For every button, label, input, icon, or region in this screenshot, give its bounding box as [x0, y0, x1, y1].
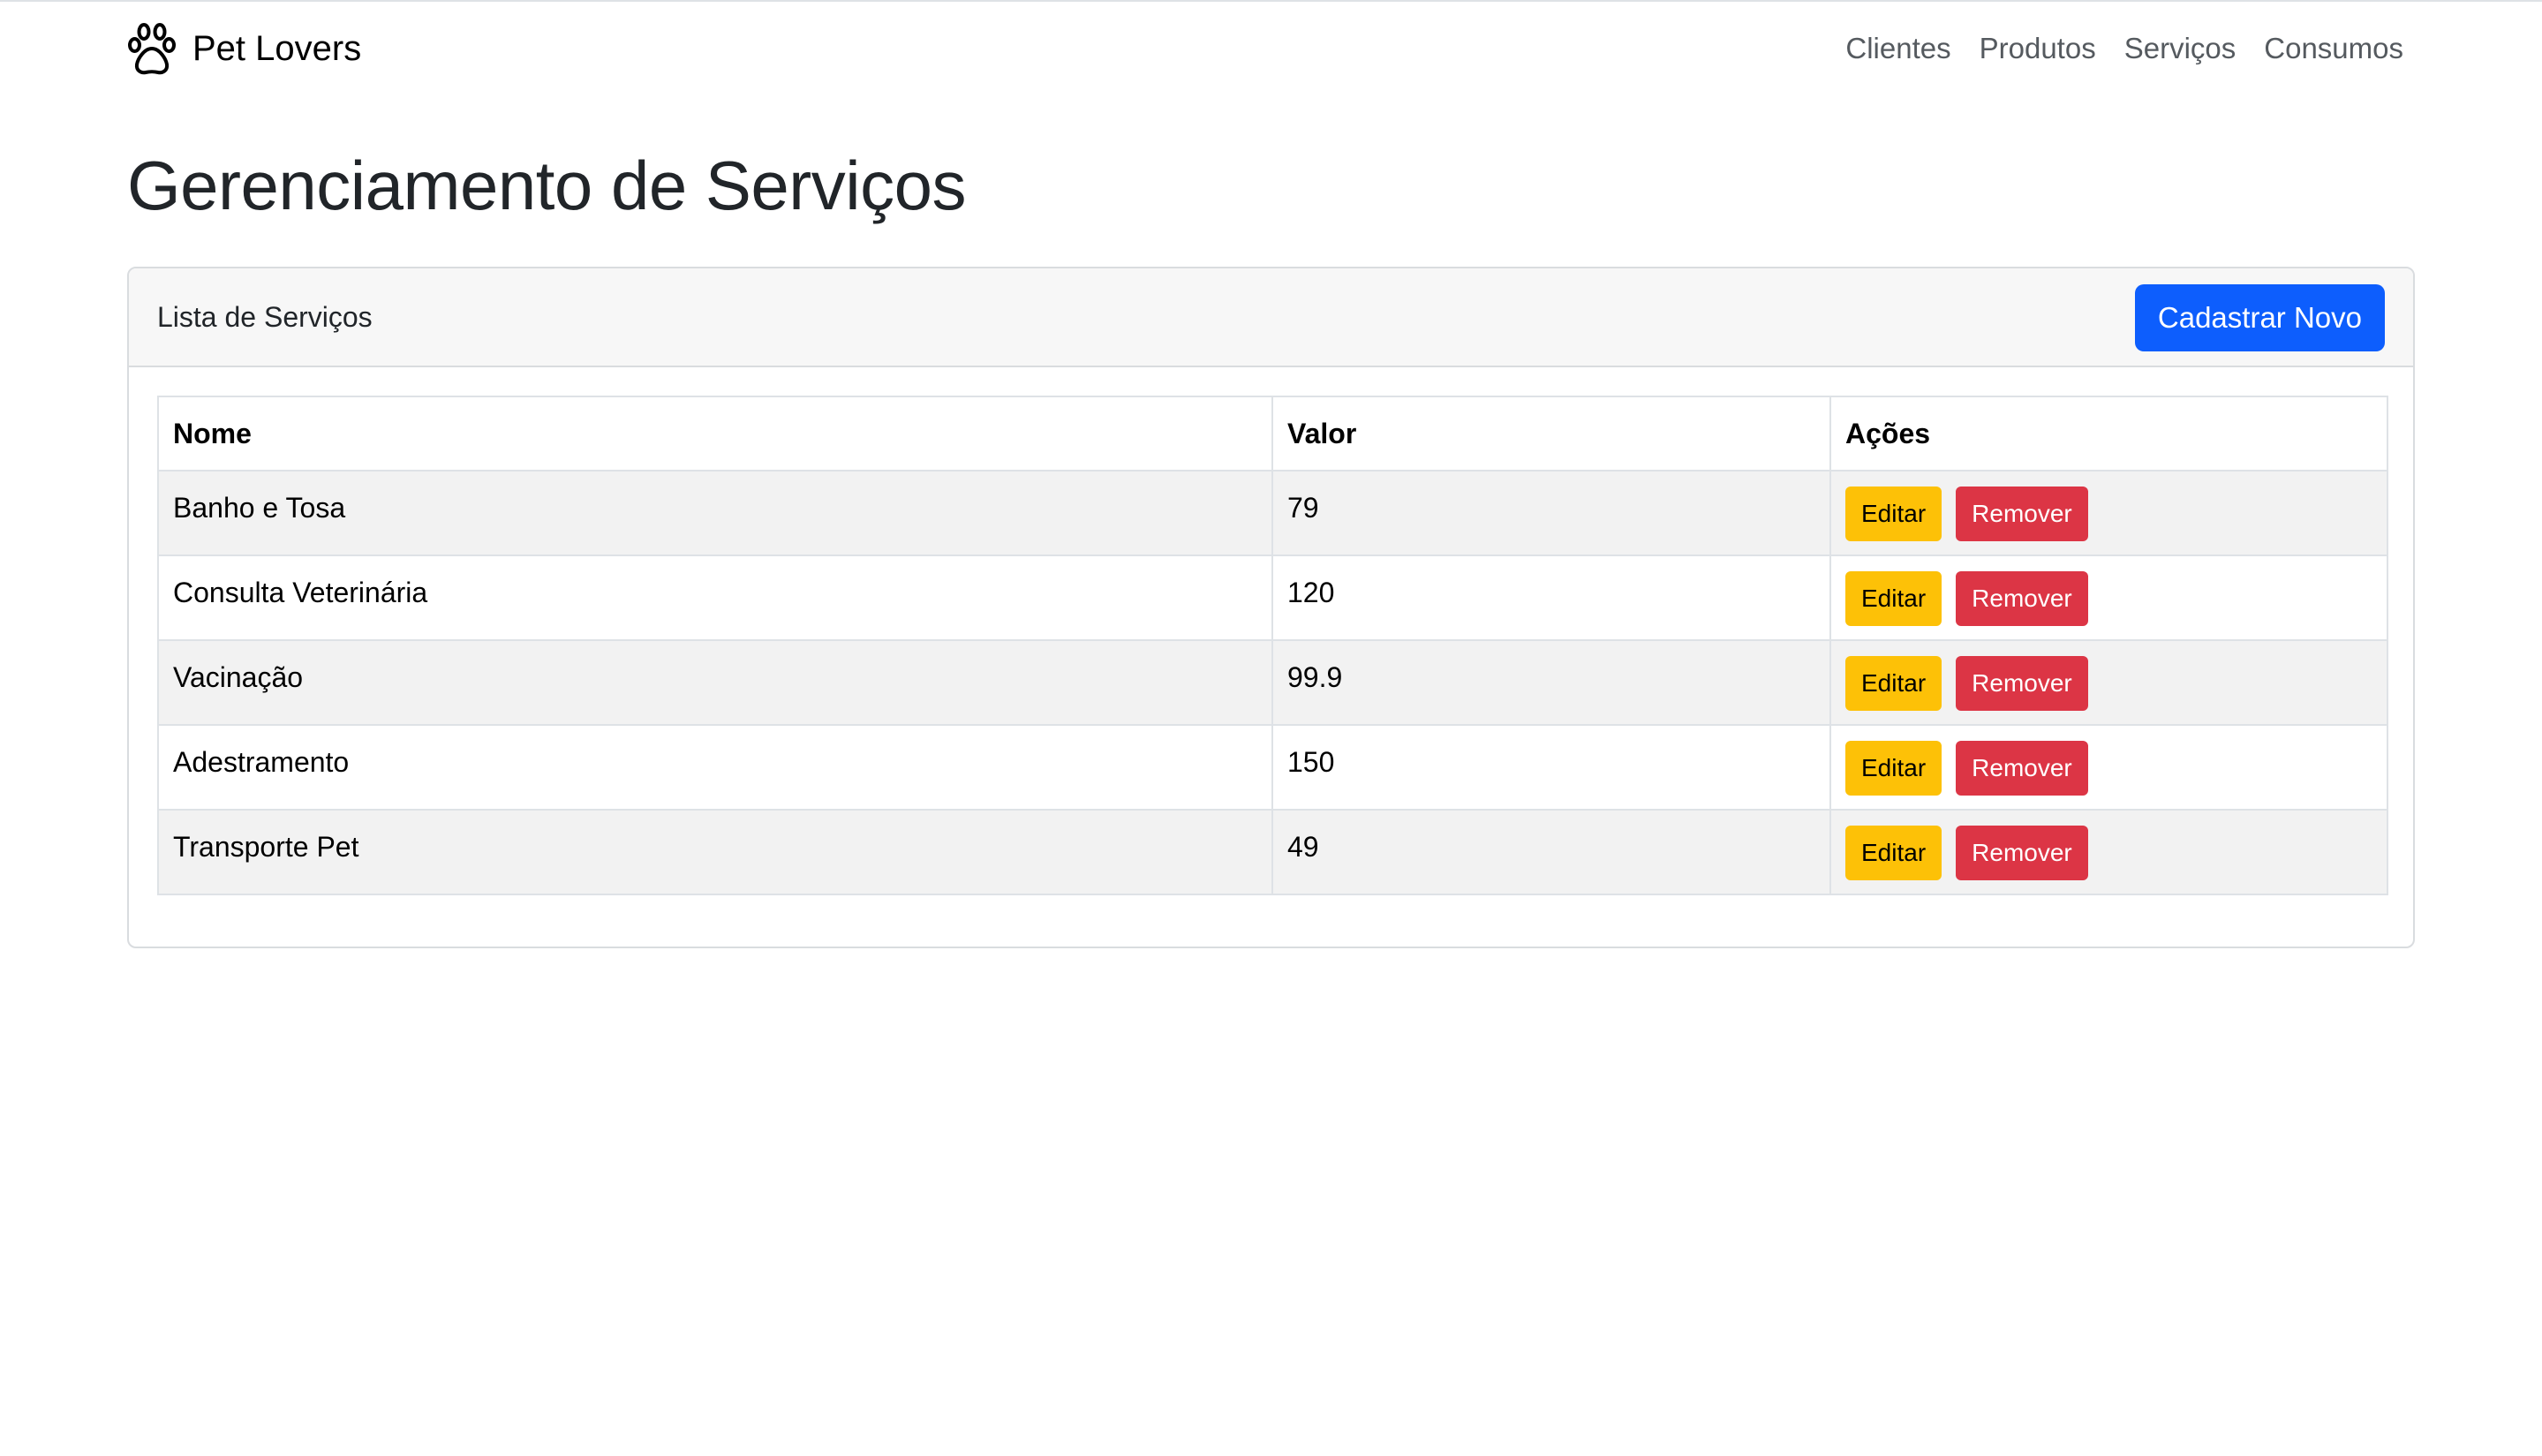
actions-cell: Editar Remover: [1829, 554, 2388, 641]
remove-button[interactable]: Remover: [1956, 826, 2088, 880]
brand-name: Pet Lovers: [192, 29, 362, 68]
actions-cell: Editar Remover: [1829, 809, 2388, 895]
page-title: Gerenciamento de Serviços: [127, 147, 966, 224]
remove-button[interactable]: Remover: [1956, 571, 2088, 626]
edit-button[interactable]: Editar: [1845, 656, 1942, 711]
paw-icon: [128, 23, 176, 75]
service-value-cell: 120: [1271, 554, 1831, 641]
edit-button[interactable]: Editar: [1845, 826, 1942, 880]
card-header: Lista de Serviços Cadastrar Novo: [129, 268, 2413, 367]
row-actions: Editar Remover: [1845, 741, 2372, 796]
services-table: Nome Valor Ações Banho e Tosa 79 Editar …: [157, 396, 2388, 895]
edit-button[interactable]: Editar: [1845, 741, 1942, 796]
actions-cell: Editar Remover: [1829, 724, 2388, 811]
nav-item-servicos[interactable]: Serviços: [2124, 28, 2237, 69]
row-actions: Editar Remover: [1845, 656, 2372, 711]
service-name-cell: Consulta Veterinária: [157, 554, 1273, 641]
card-title: Lista de Serviços: [157, 301, 373, 333]
service-name-cell: Banho e Tosa: [157, 470, 1273, 556]
row-actions: Editar Remover: [1845, 487, 2372, 541]
nav-links: Clientes Produtos Serviços Consumos: [1845, 28, 2403, 69]
services-card: Lista de Serviços Cadastrar Novo Nome Va…: [127, 267, 2415, 948]
service-value-cell: 99.9: [1271, 639, 1831, 726]
column-header-nome: Nome: [157, 396, 1273, 472]
navbar: Pet Lovers Clientes Produtos Serviços Co…: [0, 0, 2542, 97]
table-row: Banho e Tosa 79 Editar Remover: [157, 470, 2388, 556]
remove-button[interactable]: Remover: [1956, 656, 2088, 711]
service-name-cell: Vacinação: [157, 639, 1273, 726]
nav-item-produtos[interactable]: Produtos: [1980, 28, 2096, 69]
edit-button[interactable]: Editar: [1845, 571, 1942, 626]
row-actions: Editar Remover: [1845, 571, 2372, 626]
column-header-valor: Valor: [1271, 396, 1831, 472]
remove-button[interactable]: Remover: [1956, 487, 2088, 541]
table-row: Adestramento 150 Editar Remover: [157, 724, 2388, 811]
actions-cell: Editar Remover: [1829, 639, 2388, 726]
table-row: Transporte Pet 49 Editar Remover: [157, 809, 2388, 895]
nav-item-clientes[interactable]: Clientes: [1845, 28, 1950, 69]
remove-button[interactable]: Remover: [1956, 741, 2088, 796]
service-name-cell: Adestramento: [157, 724, 1273, 811]
table-row: Vacinação 99.9 Editar Remover: [157, 639, 2388, 726]
edit-button[interactable]: Editar: [1845, 487, 1942, 541]
column-header-acoes: Ações: [1829, 396, 2388, 472]
add-service-button[interactable]: Cadastrar Novo: [2134, 284, 2385, 351]
nav-item-consumos[interactable]: Consumos: [2264, 28, 2403, 69]
table-header-row: Nome Valor Ações: [157, 396, 2388, 472]
brand-link[interactable]: Pet Lovers: [127, 19, 361, 78]
table-row: Consulta Veterinária 120 Editar Remover: [157, 554, 2388, 641]
service-value-cell: 150: [1271, 724, 1831, 811]
row-actions: Editar Remover: [1845, 826, 2372, 880]
service-value-cell: 79: [1271, 470, 1831, 556]
actions-cell: Editar Remover: [1829, 470, 2388, 556]
service-value-cell: 49: [1271, 809, 1831, 895]
service-name-cell: Transporte Pet: [157, 809, 1273, 895]
